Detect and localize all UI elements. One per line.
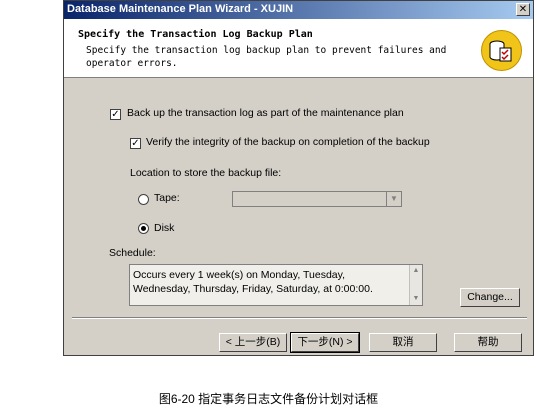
cancel-button[interactable]: 取消 bbox=[369, 333, 437, 352]
next-button[interactable]: 下一步(N) > bbox=[290, 332, 360, 353]
wizard-header: Specify the Transaction Log Backup Plan … bbox=[64, 19, 533, 78]
tape-label: Tape: bbox=[154, 192, 180, 204]
disk-label: Disk bbox=[154, 222, 175, 234]
back-button[interactable]: < 上一步(B) bbox=[219, 333, 287, 352]
title-bar: Database Maintenance Plan Wizard - XUJIN… bbox=[64, 1, 533, 19]
verify-backup-checkbox[interactable]: ✓ bbox=[130, 138, 141, 149]
tape-device-select[interactable]: ▼ bbox=[232, 191, 402, 207]
location-label: Location to store the backup file: bbox=[130, 167, 282, 179]
change-schedule-button[interactable]: Change... bbox=[460, 288, 520, 307]
database-checklist-icon bbox=[481, 30, 522, 71]
disk-radio[interactable] bbox=[138, 223, 149, 234]
tape-radio[interactable] bbox=[138, 194, 149, 205]
backup-log-checkbox[interactable]: ✓ bbox=[110, 109, 121, 120]
scroll-down-icon[interactable]: ▼ bbox=[410, 293, 422, 305]
header-description: Specify the transaction log backup plan … bbox=[86, 45, 447, 69]
verify-backup-label: Verify the integrity of the backup on co… bbox=[146, 136, 430, 148]
schedule-scrollbar[interactable]: ▲ ▼ bbox=[409, 265, 422, 305]
window-title: Database Maintenance Plan Wizard - XUJIN bbox=[67, 3, 294, 15]
schedule-label: Schedule: bbox=[109, 247, 156, 259]
figure-caption: 图6-20 指定事务日志文件备份计划对话框 bbox=[158, 392, 379, 406]
help-button[interactable]: 帮助 bbox=[454, 333, 522, 352]
header-title: Specify the Transaction Log Backup Plan bbox=[78, 29, 313, 40]
schedule-textbox[interactable]: Occurs every 1 week(s) on Monday, Tuesda… bbox=[129, 264, 423, 306]
close-button[interactable]: ✕ bbox=[516, 3, 530, 16]
scroll-up-icon[interactable]: ▲ bbox=[410, 265, 422, 277]
chevron-down-icon[interactable]: ▼ bbox=[386, 192, 401, 206]
schedule-text: Occurs every 1 week(s) on Monday, Tuesda… bbox=[133, 269, 373, 295]
backup-log-label: Back up the transaction log as part of t… bbox=[127, 107, 404, 119]
maintenance-plan-wizard-dialog: Database Maintenance Plan Wizard - XUJIN… bbox=[63, 0, 534, 356]
separator bbox=[72, 317, 527, 319]
